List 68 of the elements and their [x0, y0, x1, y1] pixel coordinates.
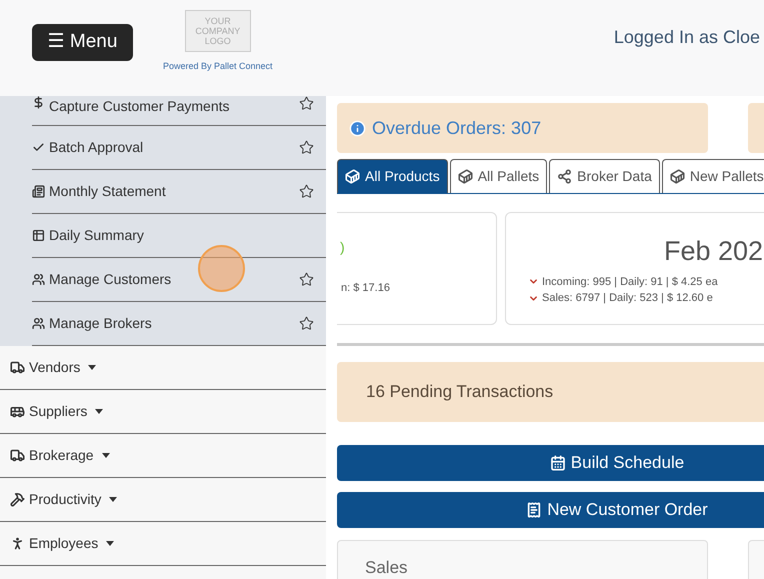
submenu-item[interactable]: Daily Summary: [32, 214, 326, 258]
menu-item[interactable]: Vendors: [0, 346, 326, 390]
person-icon: [10, 536, 25, 551]
pallet-icon: [345, 169, 360, 184]
submenu-item[interactable]: Manage Customers: [32, 258, 326, 302]
submenu-item[interactable]: Batch Approval: [32, 126, 326, 170]
calendar-icon: [550, 455, 566, 471]
submenu-label: Batch Approval: [49, 138, 144, 157]
users-icon: [32, 317, 45, 330]
submenu-item[interactable]: Capture Customer Payments: [32, 96, 326, 126]
caret-icon: [95, 409, 104, 414]
logged-in-text: Logged In as Cloe: [614, 26, 760, 49]
info-icon: [349, 120, 366, 136]
submenu-label: Manage Customers: [49, 270, 172, 289]
pending-text: 16 Pending Transactions: [366, 381, 554, 404]
powered-by-text: Powered By Pallet Connect: [163, 60, 273, 73]
pallet-icon: [458, 169, 473, 184]
tab[interactable]: All Pallets: [450, 159, 548, 193]
star-icon[interactable]: [299, 184, 314, 199]
pallet-icon: [670, 169, 685, 184]
menu-label: Employees: [29, 534, 98, 553]
card-line: Incoming: 995 | Daily: 91 | $ 4.25 ea: [542, 274, 718, 290]
logo: YOUR COMPANY LOGO: [184, 10, 251, 52]
users-icon: [32, 273, 45, 286]
click-marker: [198, 245, 245, 292]
share-icon: [557, 169, 572, 184]
submenu-label: Monthly Statement: [49, 182, 166, 201]
panel-title: Sales: [365, 558, 408, 577]
action-button[interactable]: Build Schedule: [337, 445, 764, 481]
menu-item[interactable]: Productivity: [0, 478, 326, 522]
table-icon: [32, 229, 45, 242]
receipt-icon: [526, 502, 542, 518]
card-line: Sales: 6797 | Daily: 523 | $ 12.60 e: [542, 291, 713, 306]
caret-icon: [102, 453, 110, 458]
star-icon[interactable]: [299, 96, 314, 111]
menu-item[interactable]: Suppliers: [0, 390, 326, 434]
van-icon: [10, 404, 25, 419]
alert-text: Overdue Orders: 307: [372, 116, 542, 140]
caret-icon: [106, 541, 114, 546]
menu-label: Vendors: [29, 358, 80, 377]
truck-icon: [10, 360, 25, 375]
menu-item[interactable]: Employees: [0, 522, 326, 566]
card-title: ): [340, 238, 345, 257]
list-icon: [32, 185, 45, 198]
submenu-label: Daily Summary: [49, 226, 144, 245]
check-icon: [32, 141, 45, 154]
dollar-icon: [32, 96, 45, 109]
hammer-icon: [10, 492, 25, 507]
tab[interactable]: New Pallets: [662, 159, 764, 193]
star-icon[interactable]: [299, 316, 314, 331]
menu-label: Productivity: [29, 490, 102, 509]
submenu-label: Capture Customer Payments: [49, 97, 230, 116]
tab[interactable]: All Products: [337, 159, 448, 193]
tab[interactable]: Broker Data: [549, 159, 660, 193]
caret-icon: [88, 365, 96, 370]
card-title: Feb 202: [664, 235, 764, 268]
submenu-item[interactable]: Monthly Statement: [32, 170, 326, 214]
star-icon[interactable]: [299, 140, 314, 155]
action-button[interactable]: New Customer Order: [337, 492, 764, 528]
caret-icon: [109, 497, 118, 502]
card-line: n: $ 17.16: [341, 281, 390, 296]
menu-label: Suppliers: [29, 402, 88, 421]
submenu-label: Manage Brokers: [49, 314, 152, 333]
menu-button[interactable]: ☰ Menu: [32, 24, 133, 61]
star-icon[interactable]: [299, 272, 314, 287]
truck-icon: [10, 448, 25, 463]
menu-label: Brokerage: [29, 446, 94, 465]
menu-item[interactable]: Brokerage: [0, 434, 326, 478]
